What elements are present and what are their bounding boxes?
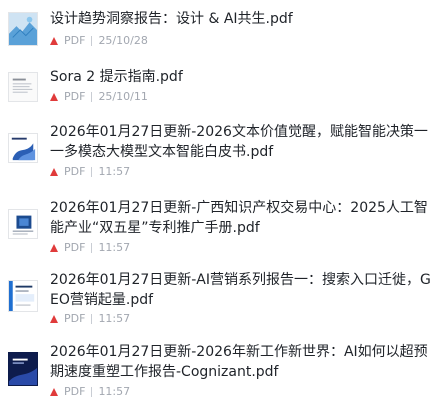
pdf-icon: [50, 388, 58, 396]
file-thumbnail: [8, 280, 38, 312]
file-thumbnail: [8, 133, 38, 163]
file-title[interactable]: 2026年01月27日更新-AI营销系列报告一：搜索入口迁徙，GEO营销起量.p…: [50, 270, 434, 310]
meta-divider: [91, 243, 93, 253]
file-type: PDF: [64, 90, 86, 103]
pdf-icon: [50, 93, 58, 101]
meta-divider: [91, 167, 93, 177]
file-type: PDF: [64, 312, 86, 325]
file-type: PDF: [64, 165, 86, 178]
file-time: 25/10/11: [98, 90, 148, 103]
file-title[interactable]: Sora 2 提示指南.pdf: [50, 67, 434, 87]
pdf-icon: [50, 37, 58, 45]
file-type: PDF: [64, 385, 86, 398]
pdf-icon: [50, 244, 58, 252]
file-item[interactable]: 2026年01月27日更新-AI营销系列报告一：搜索入口迁徙，GEO营销起量.p…: [0, 266, 440, 336]
file-list: 设计趋势洞察报告：设计 & AI共生.pdf PDF 25/10/28 Sora…: [0, 0, 440, 404]
file-item[interactable]: 2026年01月27日更新-2026文本价值觉醒，赋能智能决策一一多模态大模型文…: [0, 112, 440, 184]
file-item[interactable]: 设计趋势洞察报告：设计 & AI共生.pdf PDF 25/10/28: [0, 0, 440, 60]
meta-divider: [91, 314, 93, 324]
file-item[interactable]: 2026年01月27日更新-2026年新工作新世界：AI如何以超预期速度重塑工作…: [0, 336, 440, 404]
file-time: 25/10/28: [98, 34, 148, 47]
file-thumbnail: [8, 12, 38, 46]
file-meta: PDF 25/10/28: [50, 34, 148, 48]
file-time: 11:57: [98, 385, 131, 398]
file-thumbnail: [8, 72, 38, 102]
file-title[interactable]: 2026年01月27日更新-广西知识产权交易中心：2025人工智能产业“双五星”…: [50, 198, 434, 238]
file-meta: PDF 11:57: [50, 241, 130, 255]
file-meta: PDF 25/10/11: [50, 90, 148, 104]
file-title[interactable]: 设计趋势洞察报告：设计 & AI共生.pdf: [50, 9, 434, 29]
file-meta: PDF 11:57: [50, 165, 130, 179]
file-item[interactable]: 2026年01月27日更新-广西知识产权交易中心：2025人工智能产业“双五星”…: [0, 195, 440, 265]
file-time: 11:57: [98, 312, 131, 325]
file-type: PDF: [64, 241, 86, 254]
file-meta: PDF 11:57: [50, 385, 130, 399]
file-item[interactable]: Sora 2 提示指南.pdf PDF 25/10/11: [0, 60, 440, 110]
meta-divider: [91, 387, 93, 397]
file-meta: PDF 11:57: [50, 312, 130, 326]
meta-divider: [91, 92, 93, 102]
file-thumbnail: [8, 352, 38, 386]
file-title[interactable]: 2026年01月27日更新-2026年新工作新世界：AI如何以超预期速度重塑工作…: [50, 342, 434, 382]
pdf-icon: [50, 315, 58, 323]
file-time: 11:57: [98, 241, 131, 254]
file-time: 11:57: [98, 165, 131, 178]
pdf-icon: [50, 168, 58, 176]
file-type: PDF: [64, 34, 86, 47]
meta-divider: [91, 36, 93, 46]
file-title[interactable]: 2026年01月27日更新-2026文本价值觉醒，赋能智能决策一一多模态大模型文…: [50, 122, 434, 162]
file-thumbnail: [8, 209, 38, 239]
